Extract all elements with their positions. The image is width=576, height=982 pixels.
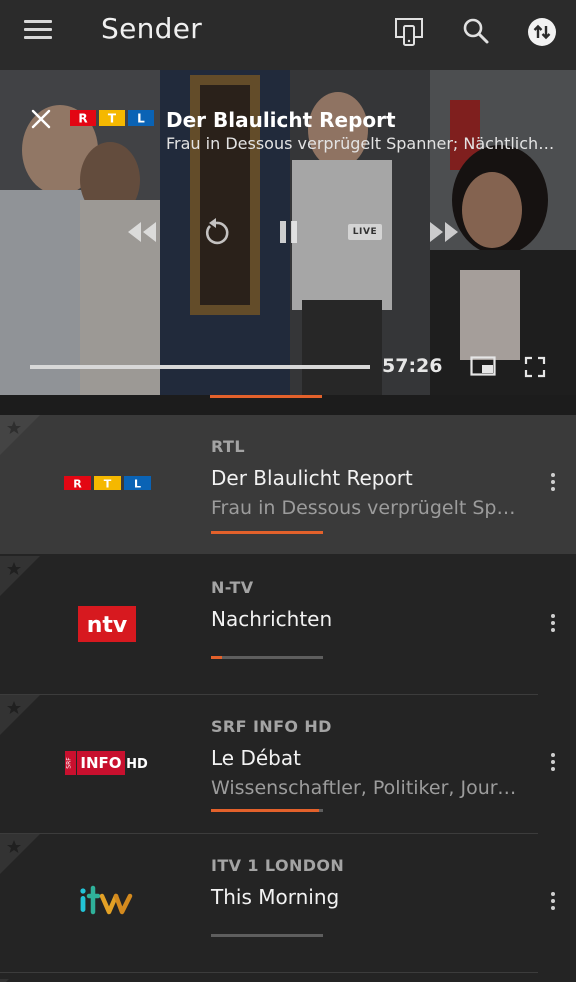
svg-text:ntv: ntv <box>87 613 128 638</box>
favorite-corner[interactable] <box>0 695 60 755</box>
cast-device-icon[interactable] <box>393 16 425 48</box>
pause-icon[interactable] <box>278 218 300 246</box>
player-bottom-strip <box>0 395 576 415</box>
show-progress <box>211 531 323 534</box>
show-progress-fill <box>211 531 323 534</box>
sync-icon[interactable] <box>526 16 558 48</box>
app-bar: Sender <box>0 0 576 70</box>
rtl-logo: R T L <box>70 110 154 126</box>
more-options-icon[interactable] <box>545 892 561 916</box>
player-subtitle: Frau in Dessous verprügelt Spanner; Näch… <box>166 134 561 153</box>
seek-bar[interactable] <box>30 365 370 369</box>
replay-icon[interactable] <box>201 218 231 248</box>
itv-logo <box>80 885 133 915</box>
svg-text:T: T <box>104 478 112 491</box>
svg-text:R: R <box>73 478 82 491</box>
svg-text:L: L <box>134 478 141 491</box>
fullscreen-icon[interactable] <box>524 356 546 378</box>
seek-bar-fill <box>30 365 370 369</box>
show-progress <box>211 809 323 812</box>
more-options-icon[interactable] <box>545 473 561 497</box>
episode-title: Frau in Dessous verprügelt Spanner <box>211 497 523 519</box>
favorite-corner[interactable] <box>0 415 60 475</box>
next-row-edge <box>0 973 576 982</box>
menu-icon[interactable] <box>24 18 54 42</box>
page-title: Sender <box>101 12 203 45</box>
ntv-logo: ntv <box>78 606 136 642</box>
picture-in-picture-icon[interactable] <box>470 356 496 376</box>
channel-name: N-TV <box>211 578 254 597</box>
svg-text:R: R <box>78 112 87 126</box>
episode-title: Wissenschaftler, Politiker, Journalisten <box>211 777 523 799</box>
favorite-corner[interactable] <box>0 556 60 616</box>
show-progress <box>211 656 323 659</box>
player-title: Der Blaulicht Report <box>166 108 396 132</box>
channel-row-srf-info[interactable]: SRF INFO HD SRF INFO HD Le Débat Wissens… <box>0 695 576 834</box>
rewind-icon[interactable] <box>126 218 158 246</box>
more-options-icon[interactable] <box>545 614 561 638</box>
channel-row-rtl[interactable]: R T L RTL Der Blaulicht Report Frau in D… <box>0 415 576 554</box>
time-readout: 57:26 <box>382 355 443 377</box>
forward-icon[interactable] <box>428 218 460 246</box>
video-player[interactable]: R T L Der Blaulicht Report Frau in Desso… <box>0 70 576 395</box>
favorite-corner[interactable] <box>0 834 60 894</box>
live-badge[interactable]: LIVE <box>348 224 382 240</box>
channel-row-ntv[interactable]: ntv N-TV Nachrichten <box>0 556 576 695</box>
show-progress <box>211 934 323 937</box>
channel-name: RTL <box>211 437 245 456</box>
srf-logo-text: INFO <box>80 754 121 772</box>
srf-info-logo: SRF INFO HD <box>65 751 148 775</box>
svg-text:T: T <box>108 112 117 126</box>
search-icon[interactable] <box>460 16 492 48</box>
svg-text:L: L <box>137 112 145 126</box>
show-title: This Morning <box>211 885 340 909</box>
show-title: Nachrichten <box>211 607 333 631</box>
more-options-icon[interactable] <box>545 753 561 777</box>
channel-name: ITV 1 LONDON <box>211 856 345 875</box>
close-icon[interactable] <box>30 108 52 130</box>
show-progress-fill <box>211 656 223 659</box>
srf-logo-prefix: SRF <box>66 757 73 769</box>
channel-name: SRF INFO HD <box>211 717 332 736</box>
rtl-logo: R T L <box>64 476 151 491</box>
current-progress-indicator <box>210 395 322 398</box>
channel-row-itv[interactable]: ITV 1 LONDON This Morning <box>0 834 576 973</box>
show-title: Le Débat <box>211 746 301 770</box>
show-progress-fill <box>211 809 319 812</box>
show-title: Der Blaulicht Report <box>211 466 413 490</box>
srf-logo-suffix: HD <box>126 757 148 772</box>
